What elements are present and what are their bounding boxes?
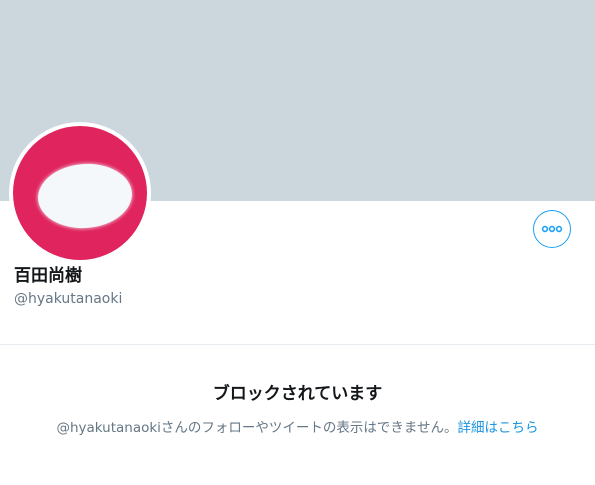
profile-display-name: 百田尚樹 — [14, 266, 82, 286]
profile-handle: @hyakutanaoki — [14, 291, 123, 307]
more-options-button[interactable] — [533, 210, 571, 248]
learn-more-link[interactable]: 詳細はこちら — [458, 420, 539, 436]
blocked-message: @hyakutanaokiさんのフォローやツイートの表示はできません。詳細はこち… — [0, 418, 595, 438]
blocked-description: @hyakutanaokiさんのフォローやツイートの表示はできません。 — [56, 420, 458, 436]
default-egg-icon — [35, 160, 135, 232]
section-divider — [0, 344, 595, 345]
blocked-title: ブロックされています — [212, 384, 383, 404]
profile-page: 百田尚樹 @hyakutanaoki ブロックされています @hyakutana… — [0, 0, 595, 485]
avatar-frame — [9, 122, 151, 264]
avatar[interactable] — [13, 126, 147, 260]
more-options-icon — [541, 225, 563, 233]
